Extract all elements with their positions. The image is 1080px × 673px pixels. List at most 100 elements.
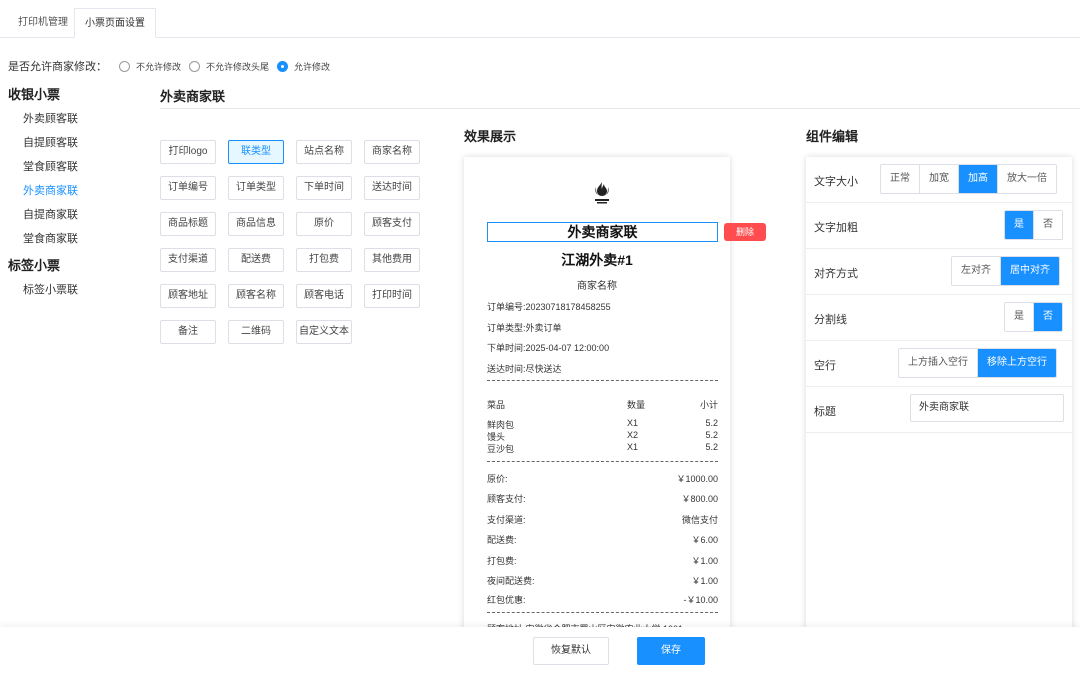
radio-label: 不允许修改 (136, 61, 182, 72)
chip-original-price[interactable]: 原价 (296, 212, 352, 236)
fee-amount: -￥10.00 (683, 595, 718, 605)
fee-label: 红包优惠: (487, 595, 526, 605)
sidebar-item-pickup-merchant[interactable]: 自提商家联 (8, 203, 138, 227)
footer-bar: 恢复默认 保存 (0, 627, 1080, 673)
fee-label: 配送费: (487, 535, 517, 545)
tab-receipt-page-settings[interactable]: 小票页面设置 (74, 8, 156, 38)
chip-order-no[interactable]: 订单编号 (160, 176, 216, 200)
receipt-divider (487, 612, 718, 613)
chip-customer-payment[interactable]: 顾客支付 (364, 212, 420, 236)
save-button[interactable]: 保存 (637, 637, 705, 665)
font-size-double[interactable]: 放大一倍 (997, 165, 1056, 193)
fee-amount: ￥1000.00 (676, 474, 718, 484)
blank-line-segmented: 上方插入空行 移除上方空行 (898, 348, 1057, 378)
align-left[interactable]: 左对齐 (952, 257, 1000, 285)
bold-label: 文字加粗 (814, 222, 858, 234)
page-title: 外卖商家联 (160, 89, 226, 104)
font-size-label: 文字大小 (814, 176, 858, 188)
item-qty: X1 (627, 442, 639, 452)
bold-yes[interactable]: 是 (1005, 211, 1033, 239)
radio-disallow-edit[interactable]: 不允许修改 (119, 60, 181, 73)
chip-merchant-name[interactable]: 商家名称 (364, 140, 420, 164)
radio-dot[interactable] (119, 60, 130, 72)
radio-dot[interactable] (277, 60, 289, 72)
chip-packing-fee[interactable]: 打包费 (296, 248, 352, 272)
chip-delivery-fee[interactable]: 配送费 (228, 248, 284, 272)
header-name: 菜品 (487, 400, 506, 410)
receipt-delivery-time: 送达时间:尽快送达 (487, 364, 562, 374)
chip-site-name[interactable]: 站点名称 (296, 140, 352, 164)
item-subtotal: 5.2 (705, 442, 718, 452)
merchant-edit-permission: 是否允许商家修改： 不允许修改 不允许修改头尾 允许修改 (8, 58, 338, 74)
delete-button[interactable]: 删除 (724, 223, 766, 241)
item-qty: X2 (627, 430, 639, 440)
receipt-preview: 外卖商家联 江湖外卖#1 商家名称 订单编号:20230718178458255… (464, 157, 730, 657)
heading-row: 标题 外卖商家联 (806, 387, 1072, 433)
sidebar-item-label-receipt[interactable]: 标签小票联 (8, 278, 138, 302)
reset-default-button[interactable]: 恢复默认 (533, 637, 609, 665)
font-size-segmented: 正常 加宽 加高 放大一倍 (880, 164, 1057, 194)
sidebar-item-pickup-customer[interactable]: 自提顾客联 (8, 131, 138, 155)
tab-printer-management[interactable]: 打印机管理 (8, 8, 78, 38)
chip-item-title[interactable]: 商品标题 (160, 212, 216, 236)
blank-line-row: 空行 上方插入空行 移除上方空行 (806, 341, 1072, 387)
item-qty: X1 (627, 418, 639, 428)
chip-other-fee[interactable]: 其他费用 (364, 248, 420, 272)
preview-title: 效果展示 (464, 129, 517, 144)
fee-amount: ￥6.00 (691, 535, 718, 545)
chip-customer-address[interactable]: 顾客地址 (160, 284, 216, 308)
font-size-normal[interactable]: 正常 (881, 165, 919, 193)
chip-print-logo[interactable]: 打印logo (160, 140, 216, 164)
editor-title: 组件编辑 (806, 129, 859, 144)
chip-copy-type[interactable]: 联类型 (228, 140, 284, 164)
chip-print-time[interactable]: 打印时间 (364, 284, 420, 308)
sidebar-item-delivery-merchant[interactable]: 外卖商家联 (8, 179, 138, 203)
radio-disallow-head-tail[interactable]: 不允许修改头尾 (189, 60, 269, 73)
receipt-merchant-name: 商家名称 (577, 281, 617, 292)
blank-line-label: 空行 (814, 360, 836, 372)
radio-allow-edit[interactable]: 允许修改 (277, 60, 330, 73)
fee-amount: ￥1.00 (691, 576, 718, 586)
sidebar-group-label: 标签小票 (8, 258, 61, 273)
divider-yes[interactable]: 是 (1005, 303, 1033, 331)
item-name: 豆沙包 (487, 444, 515, 454)
font-size-wide[interactable]: 加宽 (919, 165, 958, 193)
chip-delivery-time[interactable]: 送达时间 (364, 176, 420, 200)
chip-customer-name[interactable]: 顾客名称 (228, 284, 284, 308)
chip-order-time[interactable]: 下单时间 (296, 176, 352, 200)
font-size-tall[interactable]: 加高 (958, 165, 997, 193)
sidebar-item-delivery-customer[interactable]: 外卖顾客联 (8, 107, 138, 131)
divider (160, 108, 1080, 109)
fee-label: 原价: (487, 474, 508, 484)
header-qty: 数量 (627, 400, 646, 410)
sidebar-item-dinein-merchant[interactable]: 堂食商家联 (8, 227, 138, 251)
align-center[interactable]: 居中对齐 (1000, 257, 1059, 285)
sidebar-group-cashier: 收银小票 (8, 87, 61, 102)
heading-input[interactable]: 外卖商家联 (910, 394, 1064, 422)
radio-dot[interactable] (189, 60, 201, 72)
remove-blank-above[interactable]: 移除上方空行 (977, 349, 1056, 377)
chip-item-info[interactable]: 商品信息 (228, 212, 284, 236)
chip-payment-channel[interactable]: 支付渠道 (160, 248, 216, 272)
component-editor-panel: 文字大小 正常 加宽 加高 放大一倍 文字加粗 是 否 对齐方式 左对齐 居中对… (806, 157, 1072, 637)
align-segmented: 左对齐 居中对齐 (951, 256, 1060, 286)
fee-label: 支付渠道: (487, 515, 526, 525)
receipt-order-no: 订单编号:20230718178458255 (487, 302, 611, 312)
divider-no[interactable]: 否 (1033, 303, 1062, 331)
chip-customer-phone[interactable]: 顾客电话 (296, 284, 352, 308)
insert-blank-above[interactable]: 上方插入空行 (899, 349, 977, 377)
chip-order-type[interactable]: 订单类型 (228, 176, 284, 200)
receipt-order-time: 下单时间:2025-04-07 12:00:00 (487, 343, 610, 353)
receipt-copy-type-field[interactable]: 外卖商家联 (487, 222, 718, 242)
sidebar-item-dinein-customer[interactable]: 堂食顾客联 (8, 155, 138, 179)
tab-bar: 打印机管理 小票页面设置 (0, 0, 1080, 38)
divider-label: 分割线 (814, 314, 847, 326)
chip-qrcode[interactable]: 二维码 (228, 320, 284, 344)
radio-label: 不允许修改头尾 (206, 61, 270, 72)
align-row: 对齐方式 左对齐 居中对齐 (806, 249, 1072, 295)
item-subtotal: 5.2 (705, 418, 718, 428)
chip-custom-text[interactable]: 自定义文本 (296, 320, 352, 344)
radio-label: 允许修改 (294, 61, 331, 72)
chip-remark[interactable]: 备注 (160, 320, 216, 344)
bold-no[interactable]: 否 (1033, 211, 1062, 239)
